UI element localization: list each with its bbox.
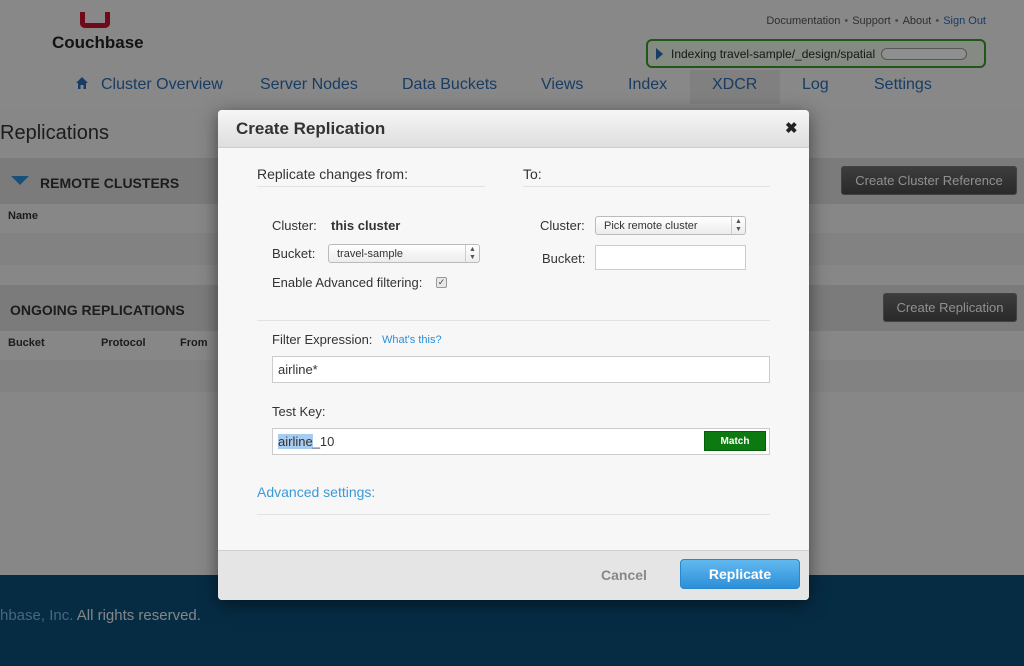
test-key-rest-text: _10 [312, 434, 335, 449]
advanced-settings-toggle[interactable]: Advanced settings: [257, 484, 375, 500]
filter-expression-label: Filter Expression: [272, 332, 373, 347]
cancel-button[interactable]: Cancel [601, 567, 647, 583]
source-bucket-select[interactable]: travel-sample ▲ ▼ [328, 244, 480, 263]
create-replication-dialog: Create Replication ✖ Replicate changes f… [218, 110, 809, 600]
select-arrows-icon: ▲ ▼ [731, 217, 745, 234]
whats-this-link[interactable]: What's this? [382, 334, 442, 346]
advanced-filtering-checkbox[interactable]: ✓ [436, 277, 447, 288]
filter-expression-input[interactable]: airline* [272, 356, 770, 383]
divider [257, 320, 770, 321]
cluster-label: Cluster: [272, 218, 317, 233]
remote-bucket-label: Bucket: [542, 251, 586, 266]
divider [257, 186, 485, 187]
bucket-label: Bucket: [272, 246, 316, 261]
cluster-value: this cluster [331, 218, 401, 233]
test-key-label: Test Key: [272, 404, 326, 419]
replicate-button[interactable]: Replicate [680, 559, 800, 589]
remote-cluster-value: Pick remote cluster [604, 219, 698, 232]
remote-cluster-select[interactable]: Pick remote cluster ▲ ▼ [595, 216, 746, 235]
from-heading: Replicate changes from: [257, 166, 408, 182]
match-badge: Match [704, 431, 766, 451]
dialog-title: Create Replication [236, 119, 386, 138]
source-bucket-value: travel-sample [337, 247, 404, 260]
close-icon[interactable]: ✖ [785, 119, 798, 137]
divider [523, 186, 770, 187]
select-arrows-icon: ▲ ▼ [465, 245, 479, 262]
remote-bucket-input[interactable] [595, 245, 746, 270]
test-key-selected-text: airline [278, 434, 313, 449]
remote-cluster-label: Cluster: [540, 218, 585, 233]
advanced-filtering-label: Enable Advanced filtering: [272, 275, 423, 290]
to-heading: To: [523, 166, 542, 182]
test-key-input[interactable]: airline _10 [272, 428, 770, 455]
divider [257, 514, 770, 515]
